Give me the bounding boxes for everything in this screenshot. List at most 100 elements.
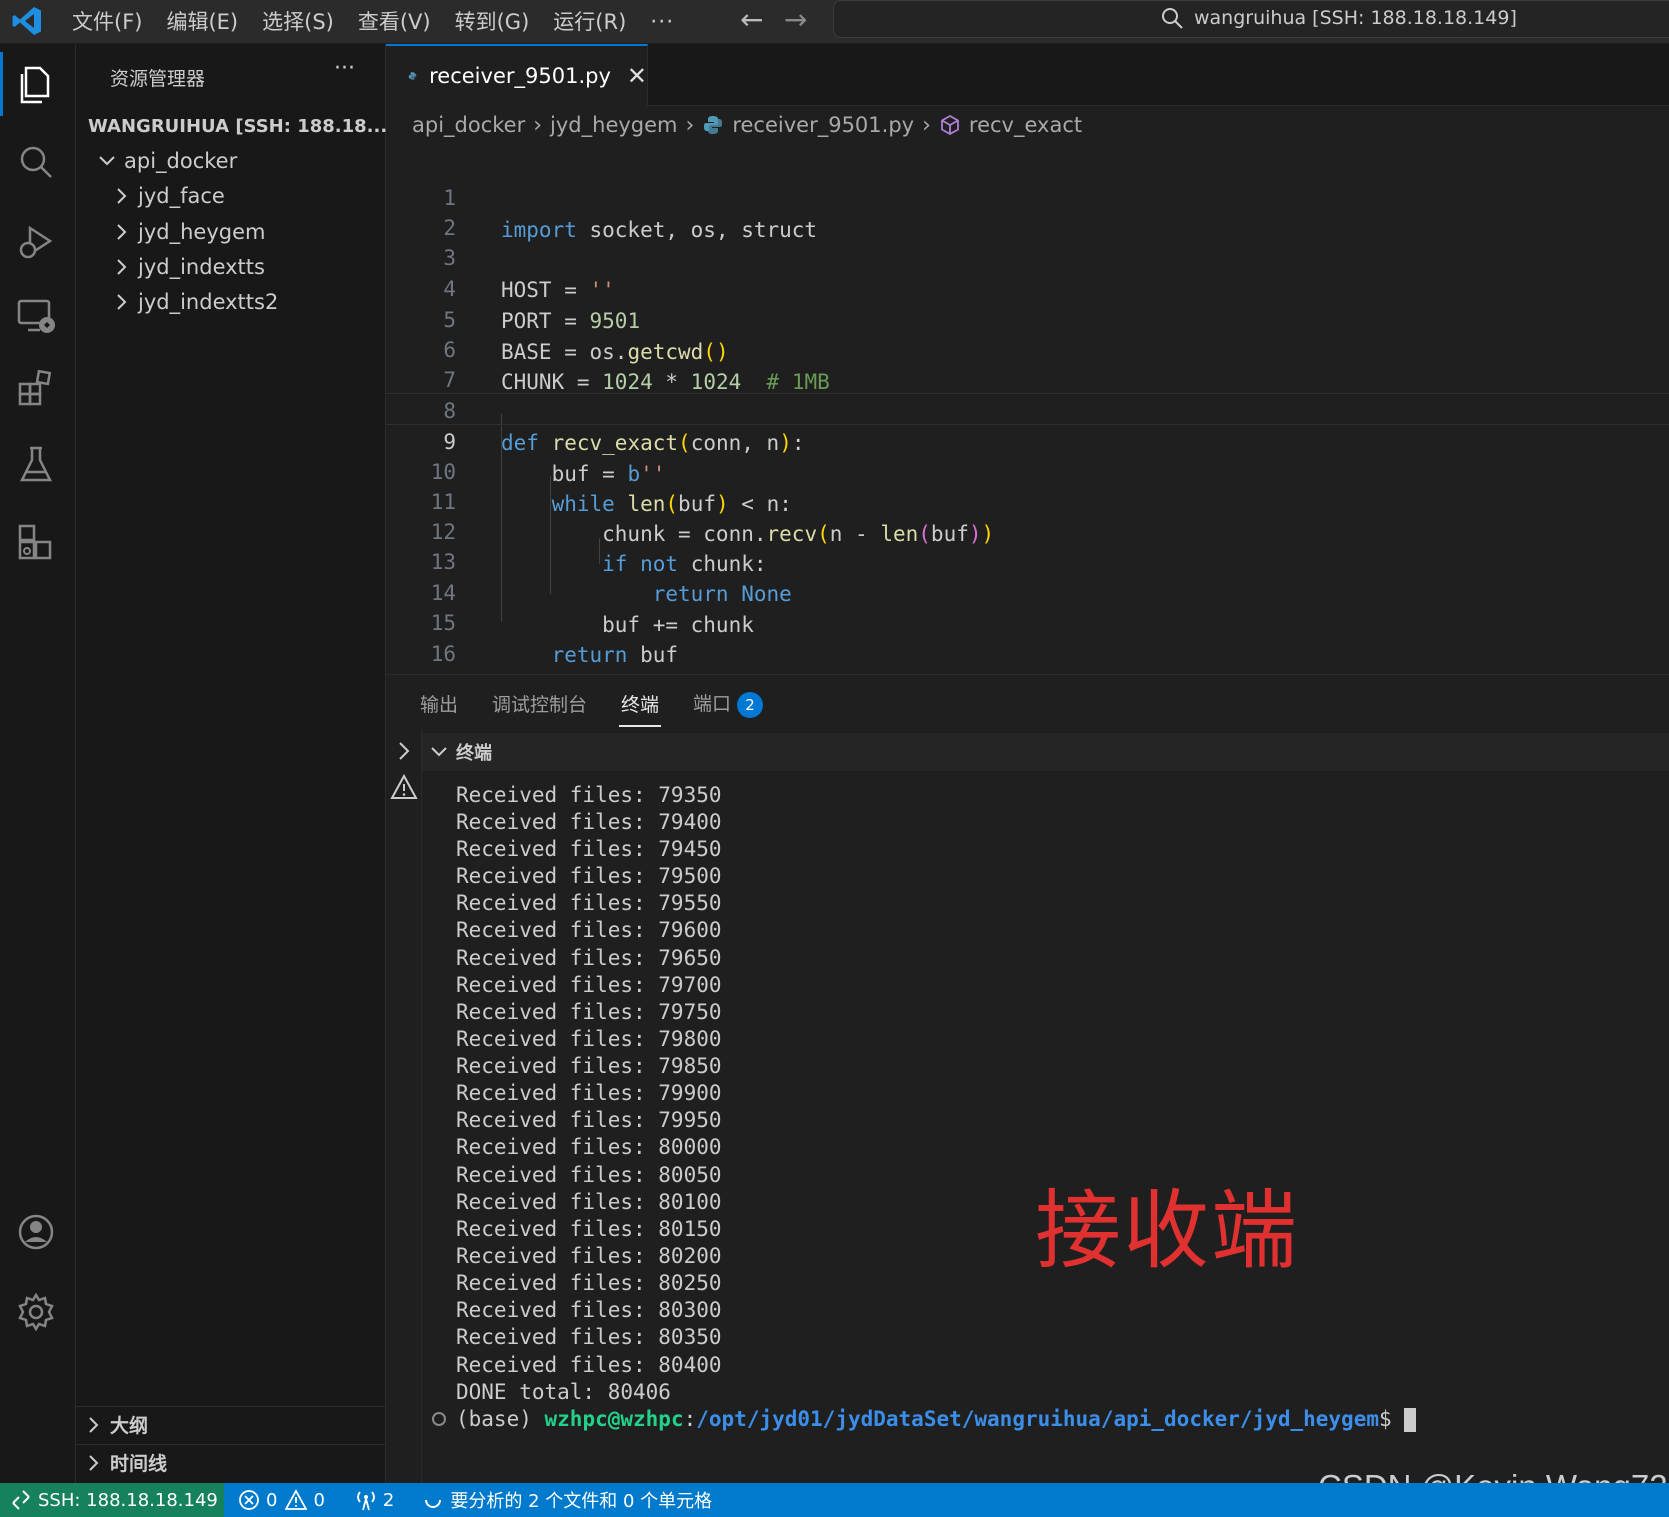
terminal-line: Received files: 80000 (456, 1135, 722, 1159)
tree-folder-jyd-indextts[interactable]: jyd_indextts (76, 249, 386, 285)
terminal-line: Received files: 79600 (456, 918, 722, 942)
testing-icon[interactable] (14, 442, 58, 486)
back-arrow-icon[interactable]: ← (740, 3, 763, 36)
tab-receiver-9501[interactable]: receiver_9501.py ✕ (386, 44, 648, 106)
chevron-right-icon[interactable] (392, 739, 416, 763)
menu-selection[interactable]: 选择(S) (250, 4, 346, 40)
tree-item-label: jyd_heygem (138, 220, 266, 244)
tree-folder-jyd-face[interactable]: jyd_face (76, 178, 386, 214)
extensions-icon[interactable] (14, 366, 58, 410)
chevron-right-icon (89, 1454, 99, 1471)
code-line: 7 (386, 332, 1669, 392)
terminal-line: Received files: 79400 (456, 810, 722, 834)
menu-run[interactable]: 运行(R) (541, 4, 638, 40)
error-count: 0 (266, 1489, 278, 1511)
breadcrumb: api_docker › jyd_heygem › receiver_9501.… (412, 110, 1082, 140)
title-bar: 文件(F) 编辑(E) 选择(S) 查看(V) 转到(G) 运行(R) ··· … (0, 0, 1669, 44)
tree-folder-jyd-indextts2[interactable]: jyd_indextts2 (76, 284, 386, 320)
command-center[interactable]: wangruihua [SSH: 188.18.18.149] (833, 0, 1669, 38)
tab-terminal[interactable]: 终端 (619, 690, 662, 727)
terminal-line: Received files: 79900 (456, 1081, 722, 1105)
problems-indicator[interactable]: 0 0 (238, 1489, 325, 1511)
terminal-line: DONE total: 80406 (456, 1380, 671, 1404)
tab-label: receiver_9501.py (429, 64, 611, 88)
breadcrumb-item[interactable]: recv_exact (969, 113, 1082, 137)
active-indicator (0, 52, 3, 116)
terminal-side-strip (386, 731, 422, 1484)
terminal-line: Received files: 80350 (456, 1325, 722, 1349)
analysis-status[interactable]: 要分析的 2 个文件和 0 个单元格 (422, 1487, 712, 1513)
ports-count-badge: 2 (737, 691, 764, 718)
terminal-line: Received files: 80200 (456, 1244, 722, 1268)
forward-arrow-icon[interactable]: → (784, 3, 807, 36)
code-line: 16 (386, 606, 1669, 666)
workspace-root[interactable]: WANGRUIHUA [SSH: 188.18.... (76, 108, 394, 144)
explorer-icon[interactable] (14, 62, 58, 106)
code-line-current: 9 buf = b'' (386, 393, 1669, 486)
code-editor[interactable]: 1 import socket, os, struct 2 3 HOST = '… (386, 148, 1669, 674)
menu-view[interactable]: 查看(V) (346, 4, 443, 40)
python-file-icon (408, 72, 417, 80)
account-icon[interactable] (14, 1210, 58, 1254)
breadcrumb-item[interactable]: api_docker (412, 113, 525, 137)
prompt-env: (base) (456, 1407, 545, 1431)
tree-folder-api-docker[interactable]: api_docker (76, 143, 386, 179)
terminal-line: Received files: 80250 (456, 1271, 722, 1295)
terminal-output[interactable]: Received files: 79350 Received files: 79… (422, 781, 1669, 1484)
terminal-line: Received files: 80150 (456, 1217, 722, 1241)
search-icon[interactable] (14, 140, 58, 184)
chevron-right-icon (117, 188, 127, 204)
terminal-line: Received files: 79850 (456, 1054, 722, 1078)
close-icon[interactable]: ✕ (627, 62, 647, 90)
code-line: 1 import socket, os, struct (386, 150, 1669, 242)
menu-file[interactable]: 文件(F) (60, 4, 154, 40)
activity-bar (0, 44, 76, 1483)
breadcrumb-item[interactable]: jyd_heygem (550, 113, 677, 137)
command-center-label: wangruihua [SSH: 188.18.18.149] (1194, 7, 1517, 29)
terminal-cursor (1404, 1408, 1417, 1432)
forwarded-ports-indicator[interactable]: 2 (355, 1489, 394, 1511)
menu-edit[interactable]: 编辑(E) (154, 4, 250, 40)
timeline-section[interactable]: 时间线 (76, 1444, 386, 1480)
menu-bar: 文件(F) 编辑(E) 选择(S) 查看(V) 转到(G) 运行(R) ··· (60, 0, 686, 44)
terminal-line: Received files: 79800 (456, 1027, 722, 1051)
warning-icon (285, 1489, 308, 1510)
code-line: 11 chunk = conn.recv(n - len(buf)) (386, 454, 1669, 546)
remote-explorer-icon[interactable] (14, 294, 58, 338)
tab-debug-console[interactable]: 调试控制台 (492, 690, 587, 717)
terminal-line: Received files: 79700 (456, 973, 722, 997)
code-line: 6 CHUNK = 1024 * 1024 # 1MB (386, 302, 1669, 394)
explorer-sidebar: 资源管理器 ··· WANGRUIHUA [SSH: 188.18.... ap… (76, 44, 394, 1483)
code-line: 15 return buf (386, 575, 1669, 667)
terminal-line: Received files: 79500 (456, 864, 722, 888)
terminal-header[interactable]: 终端 (422, 733, 1669, 771)
breadcrumb-item[interactable]: receiver_9501.py (732, 113, 914, 137)
remote-indicator[interactable]: SSH: 188.18.18.149 (0, 1483, 224, 1517)
tree-folder-jyd-heygem[interactable]: jyd_heygem (76, 214, 386, 250)
chevron-right-icon (117, 259, 127, 275)
terminal-header-label: 终端 (456, 743, 492, 764)
tab-output[interactable]: 输出 (420, 690, 458, 717)
prompt-status-icon (432, 1412, 446, 1426)
docker-icon[interactable] (14, 520, 58, 564)
function-cube-icon (941, 114, 959, 136)
explorer-title: 资源管理器 (110, 68, 206, 90)
run-debug-icon[interactable] (14, 220, 58, 264)
warning-icon[interactable] (390, 773, 418, 801)
timeline-label: 时间线 (110, 1453, 168, 1475)
workspace-root-label: WANGRUIHUA [SSH: 188.18.... (88, 115, 394, 137)
terminal-line: Received files: 79750 (456, 1000, 722, 1024)
prompt-user-host: wzhpc@wzhpc (544, 1407, 684, 1431)
chevron-right-icon: › (533, 112, 543, 138)
chevron-right-icon (89, 1416, 99, 1433)
terminal-line: Received files: 79550 (456, 891, 722, 915)
tab-ports[interactable]: 端口 2 (693, 689, 764, 718)
chevron-right-icon: › (922, 112, 931, 138)
outline-section[interactable]: 大纲 (76, 1406, 386, 1442)
error-icon (239, 1490, 259, 1510)
code-line: 4 PORT = 9501 (386, 241, 1669, 333)
menu-more-button[interactable]: ··· (638, 10, 686, 35)
menu-go[interactable]: 转到(G) (443, 4, 542, 40)
explorer-more-button[interactable]: ··· (334, 56, 355, 81)
settings-gear-icon[interactable] (14, 1290, 58, 1334)
